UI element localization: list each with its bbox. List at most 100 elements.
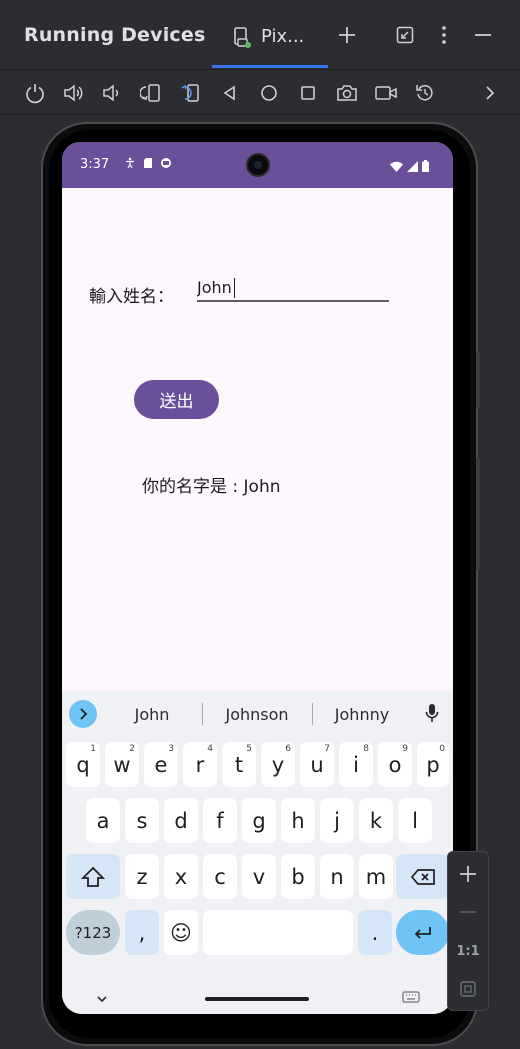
fit-screen-button[interactable] bbox=[448, 971, 488, 1007]
zoom-in-button[interactable] bbox=[448, 856, 488, 892]
power-icon[interactable] bbox=[23, 81, 47, 105]
key-hint: 7 bbox=[324, 744, 330, 754]
status-time: 3:37 bbox=[80, 157, 110, 172]
actual-size-button[interactable]: 1:1 bbox=[448, 933, 488, 969]
device-screen[interactable]: 3:37 輸入姓名： 送出 你的名字是 : bbox=[62, 142, 453, 1014]
key-letter: i bbox=[353, 752, 359, 777]
restore-icon[interactable] bbox=[392, 22, 418, 48]
status-bar: 3:37 bbox=[62, 142, 453, 188]
key-letter: t bbox=[234, 752, 244, 777]
zoom-controls: 1:1 bbox=[447, 851, 489, 1011]
overview-icon[interactable] bbox=[296, 81, 320, 105]
key-w[interactable]: w2 bbox=[105, 742, 139, 787]
more-icon[interactable] bbox=[431, 22, 457, 48]
suggestion-strip: John Johnson Johnny bbox=[62, 691, 453, 735]
zoom-out-button[interactable] bbox=[448, 894, 488, 930]
emoji-key[interactable]: ☺ bbox=[164, 910, 198, 955]
key-m[interactable]: m bbox=[359, 854, 393, 899]
key-letter: q bbox=[76, 752, 90, 777]
key-v[interactable]: v bbox=[242, 854, 276, 899]
key-d[interactable]: d bbox=[164, 798, 198, 843]
signal-icon bbox=[407, 157, 418, 176]
key-g[interactable]: g bbox=[242, 798, 276, 843]
volume-down-icon[interactable] bbox=[99, 81, 123, 105]
suggestion-1[interactable]: John bbox=[102, 705, 202, 724]
key-a[interactable]: a bbox=[86, 798, 120, 843]
suggestion-2[interactable]: Johnson bbox=[207, 705, 307, 724]
shift-key[interactable] bbox=[66, 854, 120, 899]
expand-toolbar-button[interactable] bbox=[69, 700, 97, 728]
key-s[interactable]: s bbox=[125, 798, 159, 843]
key-r[interactable]: r4 bbox=[183, 742, 217, 787]
key-x[interactable]: x bbox=[164, 854, 198, 899]
screenshot-icon[interactable] bbox=[335, 81, 359, 105]
key-e[interactable]: e3 bbox=[144, 742, 178, 787]
key-hint: 8 bbox=[363, 744, 369, 754]
phone-side-button bbox=[476, 352, 480, 408]
accessibility-icon bbox=[124, 156, 136, 170]
key-letter: p bbox=[426, 752, 440, 777]
key-p[interactable]: p0 bbox=[417, 742, 449, 787]
key-letter: e bbox=[154, 752, 168, 777]
key-hint: 0 bbox=[439, 744, 445, 754]
hide-keyboard-icon[interactable] bbox=[94, 990, 110, 1003]
symbols-key[interactable]: ?123 bbox=[66, 910, 120, 955]
key-letter: r bbox=[195, 752, 205, 777]
keyboard-switcher-icon[interactable] bbox=[402, 989, 420, 1003]
back-icon[interactable] bbox=[218, 81, 242, 105]
chevron-right-icon bbox=[80, 708, 88, 720]
shift-icon bbox=[81, 866, 105, 887]
text-cursor bbox=[234, 278, 235, 298]
key-b[interactable]: b bbox=[281, 854, 315, 899]
suggestion-3[interactable]: Johnny bbox=[312, 705, 412, 724]
key-c[interactable]: c bbox=[203, 854, 237, 899]
device-tab[interactable]: Pix... bbox=[212, 14, 328, 68]
key-letter: w bbox=[113, 752, 131, 777]
microphone-icon[interactable] bbox=[423, 702, 441, 724]
screen-record-icon[interactable] bbox=[374, 81, 398, 105]
add-icon[interactable] bbox=[334, 22, 360, 48]
comma-key[interactable]: , bbox=[125, 910, 159, 955]
backspace-icon bbox=[410, 868, 435, 885]
key-n[interactable]: n bbox=[320, 854, 354, 899]
reset-icon[interactable] bbox=[413, 81, 437, 105]
minimize-icon[interactable] bbox=[470, 22, 496, 48]
key-letter: y bbox=[271, 752, 285, 777]
key-y[interactable]: y6 bbox=[261, 742, 295, 787]
key-hint: 3 bbox=[168, 744, 174, 754]
key-o[interactable]: o9 bbox=[378, 742, 412, 787]
period-key[interactable]: . bbox=[358, 910, 392, 955]
fit-screen-icon bbox=[460, 981, 476, 997]
chevron-right-icon[interactable] bbox=[478, 81, 502, 105]
key-i[interactable]: i8 bbox=[339, 742, 373, 787]
suggestion-divider bbox=[202, 703, 203, 725]
key-q[interactable]: q1 bbox=[66, 742, 100, 787]
rotate-left-icon[interactable] bbox=[139, 81, 163, 105]
key-letter: o bbox=[388, 752, 402, 777]
home-icon[interactable] bbox=[257, 81, 281, 105]
name-input[interactable] bbox=[197, 272, 389, 302]
key-k[interactable]: k bbox=[359, 798, 393, 843]
key-h[interactable]: h bbox=[281, 798, 315, 843]
key-hint: 6 bbox=[285, 744, 291, 754]
enter-key[interactable] bbox=[396, 910, 449, 955]
enter-icon bbox=[414, 926, 431, 939]
key-z[interactable]: z bbox=[125, 854, 159, 899]
key-t[interactable]: t5 bbox=[222, 742, 256, 787]
rotate-right-icon[interactable] bbox=[179, 81, 203, 105]
backspace-key[interactable] bbox=[396, 854, 449, 899]
key-u[interactable]: u7 bbox=[300, 742, 334, 787]
result-text: 你的名字是 : John bbox=[142, 477, 281, 497]
volume-up-icon[interactable] bbox=[61, 81, 85, 105]
space-key[interactable] bbox=[203, 910, 353, 955]
navigation-bar bbox=[62, 981, 453, 1014]
phone-side-button bbox=[476, 458, 480, 570]
plus-icon bbox=[460, 866, 476, 882]
key-f[interactable]: f bbox=[203, 798, 237, 843]
send-button[interactable]: 送出 bbox=[134, 380, 219, 419]
soft-keyboard: John Johnson Johnny q1 w2 e3 r4 t5 y6 u7… bbox=[62, 691, 453, 1014]
home-gesture-bar[interactable] bbox=[205, 997, 309, 1001]
key-j[interactable]: j bbox=[320, 798, 354, 843]
actual-size-label: 1:1 bbox=[456, 943, 480, 959]
key-l[interactable]: l bbox=[398, 798, 432, 843]
